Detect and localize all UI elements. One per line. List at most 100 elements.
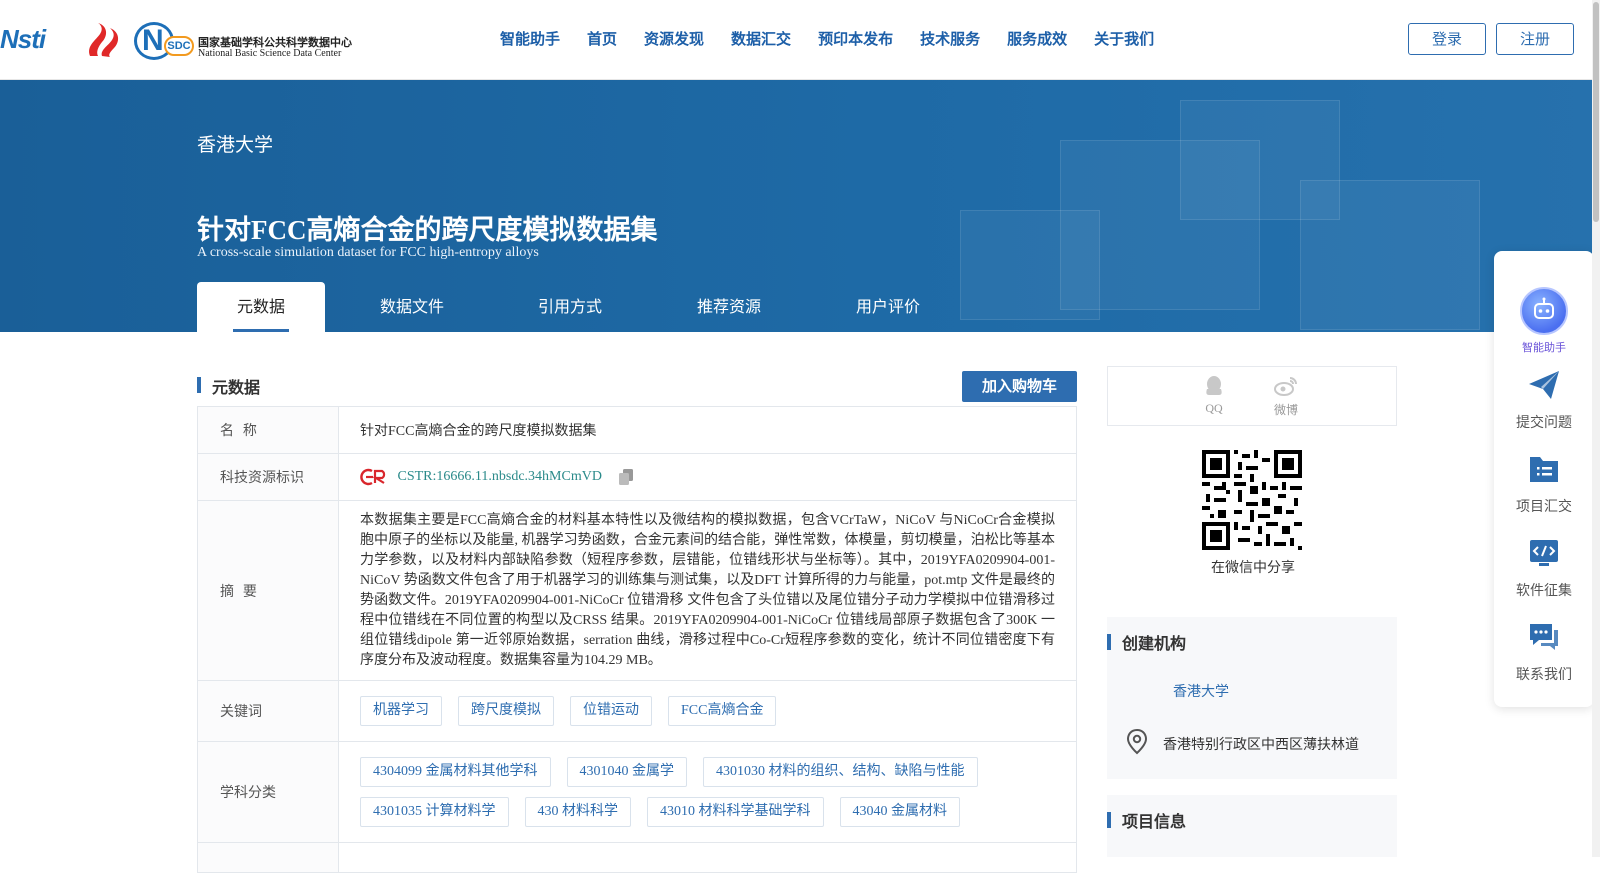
section-title: 元数据 <box>212 378 261 397</box>
row-key-label: 名 称 <box>220 423 257 439</box>
nav-data-submission[interactable]: 数据汇交 <box>731 28 791 49</box>
subject-tag[interactable]: 430 材料科学 <box>524 797 631 827</box>
share-weibo-label: 微博 <box>1273 403 1298 417</box>
folder-list-icon <box>1530 457 1558 482</box>
table-row: 摘 要 本数据集主要是FCC高熵合金的材料基本特性以及微结构的模拟数据，包含VC… <box>197 500 1077 681</box>
nav-about[interactable]: 关于我们 <box>1094 28 1154 49</box>
row-key-keywords: 关键词 <box>197 680 339 742</box>
banner-org[interactable]: 香港大学 <box>197 130 273 157</box>
dataset-title-en: A cross-scale simulation dataset for FCC… <box>197 245 539 260</box>
float-label: 软件征集 <box>1516 583 1572 599</box>
keyword-tag[interactable]: 跨尺度模拟 <box>458 696 554 726</box>
row-value-keywords: 机器学习 跨尺度模拟 位错运动 FCC高熵合金 <box>338 680 1077 742</box>
main-nav: 智能助手 首页 资源发现 数据汇交 预印本发布 技术服务 服务成效 关于我们 <box>500 28 1181 49</box>
metadata-table: 名 称 针对FCC高熵合金的跨尺度模拟数据集 科技资源标识 CSTR:16666… <box>197 406 1077 873</box>
login-button[interactable]: 登录 <box>1408 23 1486 55</box>
subject-tag[interactable]: 43010 材料科学基础学科 <box>647 797 824 827</box>
banner-decor-cube <box>1300 180 1480 330</box>
nsdc-logo-en: National Basic Science Data Center <box>198 48 342 59</box>
tab-data-files[interactable]: 数据文件 <box>325 282 499 332</box>
tab-user-reviews[interactable]: 用户评价 <box>817 282 959 332</box>
floating-toolbar: 智能助手 提交问题 项目汇交 软件征集 联系我们 <box>1494 251 1594 707</box>
top-header: Nsti N SDC 国家基础学科公共科学数据中心 National Basic… <box>0 0 1600 80</box>
org-address: 香港特别行政区中西区薄扶林道 <box>1163 737 1359 753</box>
float-label: 提交问题 <box>1516 415 1572 431</box>
subject-tag[interactable]: 4301035 计算材料学 <box>360 797 509 827</box>
share-qq[interactable]: QQ <box>1194 375 1234 416</box>
nav-resource-discovery[interactable]: 资源发现 <box>644 28 704 49</box>
row-value-subjects: 4304099 金属材料其他学科 4301040 金属学 4301030 材料的组织… <box>338 741 1077 843</box>
row-value-abstract: 本数据集主要是FCC高熵合金的材料基本特性以及微结构的模拟数据，包含VCrTaW… <box>338 500 1077 681</box>
nav-service-results[interactable]: 服务成效 <box>1007 28 1067 49</box>
table-row: 科技资源标识 CSTR:16666.11.nbsdc.34hMCmVD <box>197 453 1077 501</box>
float-label: 联系我们 <box>1516 667 1572 683</box>
robot-icon <box>1520 287 1568 335</box>
red-swoosh-logo[interactable] <box>82 22 120 58</box>
row-key-subjects: 学科分类 <box>197 741 339 843</box>
section-accent-bar <box>1107 634 1111 650</box>
location-pin-icon <box>1126 729 1148 755</box>
nsdc-logo-badge: SDC <box>164 36 194 56</box>
share-box: QQ 微博 <box>1107 366 1397 426</box>
share-qq-label: QQ <box>1205 401 1223 415</box>
tab-recommended[interactable]: 推荐资源 <box>641 282 817 332</box>
paper-plane-icon <box>1529 371 1559 399</box>
subject-tag[interactable]: 4304099 金属材料其他学科 <box>360 757 551 787</box>
float-label: 项目汇交 <box>1516 499 1572 515</box>
row-key-label: 摘 要 <box>220 583 257 600</box>
qr-label: 在微信中分享 <box>1211 560 1295 576</box>
keyword-tag[interactable]: FCC高熵合金 <box>668 696 777 726</box>
nstl-logo[interactable]: Nsti <box>0 24 46 55</box>
keyword-tag[interactable]: 位错运动 <box>570 696 652 726</box>
subject-tag[interactable]: 43040 金属材料 <box>839 797 960 827</box>
copy-icon[interactable] <box>619 469 634 485</box>
nav-ai-assistant[interactable]: 智能助手 <box>500 28 560 49</box>
nav-preprint[interactable]: 预印本发布 <box>818 28 893 49</box>
project-card: 项目信息 <box>1107 795 1397 857</box>
nsdc-logo-letter: N <box>142 24 164 57</box>
qq-icon <box>1206 376 1222 395</box>
dataset-tabs: 元数据 数据文件 引用方式 推荐资源 用户评价 <box>197 282 959 332</box>
nsdc-logo[interactable]: N SDC 国家基础学科公共科学数据中心 National Basic Scie… <box>134 22 352 60</box>
scrollbar-thumb[interactable] <box>1593 2 1599 222</box>
tab-metadata[interactable]: 元数据 <box>197 282 325 332</box>
float-submit-question[interactable]: 提交问题 <box>1494 369 1594 432</box>
row-key-abstract: 摘 要 <box>197 500 339 681</box>
wechat-qr-code <box>1202 450 1302 550</box>
row-value-next <box>338 842 1077 873</box>
tab-citation[interactable]: 引用方式 <box>499 282 641 332</box>
subject-tag[interactable]: 4301030 材料的组织、结构、缺陷与性能 <box>703 757 978 787</box>
row-key-identifier: 科技资源标识 <box>197 453 339 501</box>
section-accent-bar <box>1107 812 1111 828</box>
dataset-banner: 香港大学 针对FCC高熵合金的跨尺度模拟数据集 A cross-scale si… <box>0 80 1600 332</box>
row-value-name: 针对FCC高熵合金的跨尺度模拟数据集 <box>338 406 1077 454</box>
cstr-logo-icon <box>360 468 386 486</box>
register-button[interactable]: 注册 <box>1496 23 1574 55</box>
subject-tag[interactable]: 4301040 金属学 <box>566 757 687 787</box>
table-row: 名 称 针对FCC高熵合金的跨尺度模拟数据集 <box>197 406 1077 454</box>
add-to-cart-button[interactable]: 加入购物车 <box>962 371 1077 402</box>
share-weibo[interactable]: 微博 <box>1266 375 1306 418</box>
code-icon <box>1530 540 1558 566</box>
table-row: 学科分类 4304099 金属材料其他学科 4301040 金属学 4301030 … <box>197 741 1077 843</box>
nav-home[interactable]: 首页 <box>587 28 617 49</box>
dataset-title: 针对FCC高熵合金的跨尺度模拟数据集 <box>197 215 658 245</box>
row-key-name: 名 称 <box>197 406 339 454</box>
nav-tech-services[interactable]: 技术服务 <box>920 28 980 49</box>
float-contact-us[interactable]: 联系我们 <box>1494 621 1594 684</box>
page-scrollbar[interactable] <box>1592 0 1600 857</box>
float-ai-assistant[interactable]: 智能助手 <box>1494 287 1594 355</box>
table-row <box>197 842 1077 873</box>
nstl-logo-text: Nsti <box>0 24 46 54</box>
float-project-submit[interactable]: 项目汇交 <box>1494 453 1594 516</box>
project-card-title: 项目信息 <box>1122 812 1187 831</box>
org-card-title: 创建机构 <box>1122 634 1187 653</box>
float-software-call[interactable]: 软件征集 <box>1494 537 1594 600</box>
row-value-identifier: CSTR:16666.11.nbsdc.34hMCmVD <box>338 453 1077 501</box>
org-name-link[interactable]: 香港大学 <box>1173 681 1229 701</box>
banner-decor-cube <box>960 210 1100 320</box>
float-label: 智能助手 <box>1522 341 1566 354</box>
keyword-tag[interactable]: 机器学习 <box>360 696 442 726</box>
org-card: 创建机构 香港大学 香港特别行政区中西区薄扶林道 <box>1107 617 1397 779</box>
cstr-link[interactable]: CSTR:16666.11.nbsdc.34hMCmVD <box>398 469 602 484</box>
